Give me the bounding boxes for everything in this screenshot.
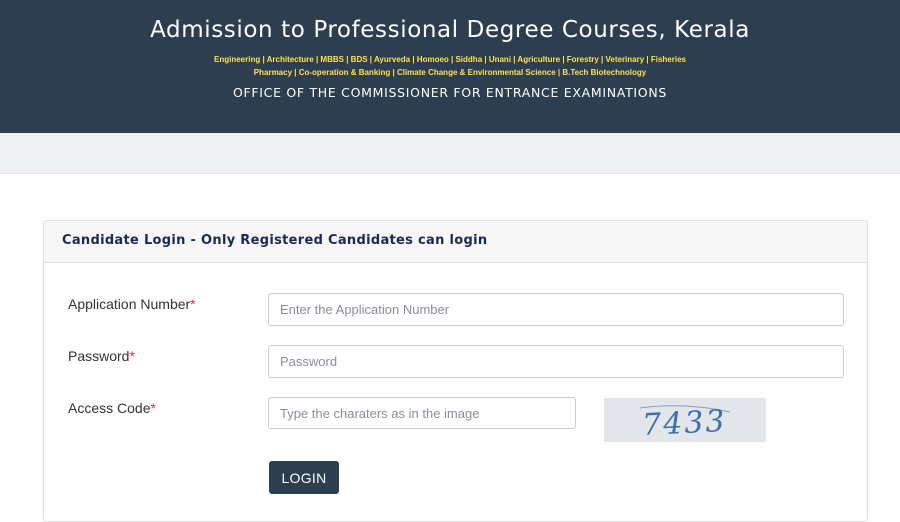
office-name: OFFICE OF THE COMMISSIONER FOR ENTRANCE … xyxy=(232,85,668,100)
login-button[interactable]: LOGIN xyxy=(269,461,339,494)
password-input[interactable] xyxy=(268,345,844,378)
access-code-label-text: Access Code xyxy=(68,400,151,416)
site-header: Admission to Professional Degree Courses… xyxy=(0,0,900,133)
captcha-image: 7433 xyxy=(604,398,766,443)
application-number-input[interactable] xyxy=(268,293,844,326)
site-title: Admission to Professional Degree Courses… xyxy=(150,17,750,43)
required-mark: * xyxy=(129,348,135,364)
password-label: Password* xyxy=(68,348,135,364)
login-card: Candidate Login - Only Registered Candid… xyxy=(43,220,868,522)
application-number-label: Application Number* xyxy=(68,296,196,312)
captcha-graphic: 7433 xyxy=(639,404,731,443)
login-card-header: Candidate Login - Only Registered Candid… xyxy=(44,221,867,263)
nav-strip xyxy=(0,133,900,174)
courses-list: Engineering | Architecture | MBBS | BDS … xyxy=(180,53,720,79)
login-card-title: Candidate Login - Only Registered Candid… xyxy=(62,233,488,248)
required-mark: * xyxy=(150,400,156,416)
access-code-input[interactable] xyxy=(268,397,576,429)
courses-line-1: Engineering | Architecture | MBBS | BDS … xyxy=(214,55,686,64)
password-label-text: Password xyxy=(68,348,130,364)
courses-line-2: Pharmacy | Co-operation & Banking | Clim… xyxy=(253,68,647,77)
application-number-label-text: Application Number xyxy=(68,296,191,312)
access-code-label: Access Code* xyxy=(68,400,156,416)
required-mark: * xyxy=(190,296,196,312)
